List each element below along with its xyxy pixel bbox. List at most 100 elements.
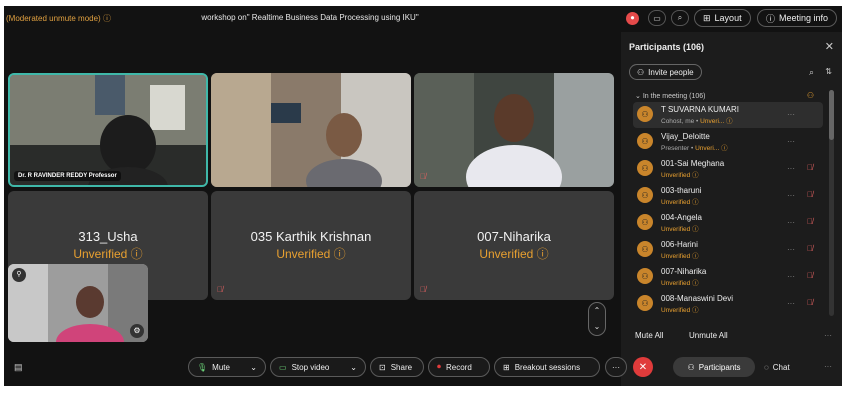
captions-icon[interactable]: ▭ [648,10,666,26]
top-bar: (Moderated unmute mode) ⓘ workshop on" R… [4,6,842,32]
camera-icon: ▭ [279,362,287,372]
more-options-icon[interactable]: ··· [787,191,795,200]
meeting-window: (Moderated unmute mode) ⓘ workshop on" R… [4,6,842,386]
page-scroll-control[interactable]: ⌃ ⌄ [588,302,606,336]
host-icon: ⚇ [806,91,814,100]
participants-label: Participants [698,362,741,372]
participant-meta: Unverified ⓘ [661,304,699,314]
verification-status: Unverified ⓘ [661,253,699,260]
more-options-icon[interactable]: ··· [787,137,795,146]
video-tile[interactable] [211,73,411,187]
share-label: Share [390,362,413,372]
microphone-icon: 🎙 [197,362,208,372]
meeting-info-button[interactable]: ⓘ Meeting info [757,9,838,27]
participant-role: Cohost, me [661,118,695,125]
more-options-icon[interactable]: ··· [824,362,832,371]
participant-meta: Unverified ⓘ [661,196,699,206]
participant-row[interactable]: ⚇ 004-Angela Unverified ⓘ ··· 🎙̸ [633,210,823,236]
more-options-icon[interactable]: ··· [787,299,795,308]
settings-icon[interactable]: ⚙ [130,324,144,338]
end-call-button[interactable]: ✕ [633,357,653,377]
participant-row[interactable]: ⚇ 007-Niharika Unverified ⓘ ··· 🎙̸ [633,264,823,290]
participant-row[interactable]: ⚇ 008-Manaswini Devi Unverified ⓘ ··· 🎙̸ [633,291,823,317]
more-button[interactable]: ··· [605,357,627,377]
search-icon[interactable]: ⌕ [809,67,814,78]
mic-muted-icon[interactable]: 🎙̸ [807,163,813,172]
stop-video-button[interactable]: ▭ Stop video ⌄ [270,357,366,377]
scrollbar-thumb[interactable] [829,90,834,140]
verification-status: Unverified ⓘ [661,172,699,179]
chevron-down-icon[interactable]: ⌄ [250,363,257,372]
participant-row[interactable]: ⚇ 003-tharuni Unverified ⓘ ··· 🎙̸ [633,183,823,209]
mic-muted-icon: 🎙̸ [420,285,426,294]
chat-button[interactable]: ◌ Chat [764,357,790,377]
participant-row[interactable]: ⚇ 001-Sai Meghana Unverified ⓘ ··· 🎙̸ [633,156,823,182]
participant-meta: Unverified ⓘ [661,277,699,287]
share-screen-icon: ⊡ [379,362,386,372]
participants-panel: Participants (106) ✕ ⚇ Invite people ⌕ ⇅… [621,32,842,386]
participant-name: 006-Harini [661,240,698,249]
video-tile[interactable]: 🎙̸ [414,73,614,187]
chat-icon: ◌ [764,362,769,372]
more-options-icon[interactable]: ··· [787,272,795,281]
chat-label: Chat [772,362,790,372]
mute-label: Mute [212,362,230,372]
mute-button[interactable]: 🎙 Mute ⌄ [188,357,266,377]
participants-button[interactable]: ⚇ Participants [673,357,755,377]
participant-row[interactable]: ⚇ Vijay_Deloitte Presenter • Unveri... ⓘ… [633,129,823,155]
breakout-sessions-button[interactable]: ⊞ Breakout sessions [494,357,600,377]
self-view[interactable]: ⚲ ⚙ [8,264,148,342]
video-tile[interactable]: 035 Karthik Krishnan Unverified ⓘ 🎙̸ [211,191,411,300]
participant-row[interactable]: ⚇ T SUVARNA KUMARI Cohost, me • Unveri..… [633,102,823,128]
invite-people-button[interactable]: ⚇ Invite people [629,64,702,80]
record-button[interactable]: ⏺ Record [428,357,490,377]
layout-label: Layout [714,13,742,23]
mic-muted-icon[interactable]: 🎙̸ [807,244,813,253]
more-options-icon[interactable]: ··· [787,164,795,173]
verification-status: Unverified ⓘ [73,247,143,261]
video-tile[interactable]: Dr. R RAVINDER REDDY Professor [8,73,208,187]
participant-row[interactable]: ⚇ 006-Harini Unverified ⓘ ··· 🎙̸ [633,237,823,263]
more-options-icon[interactable]: ··· [787,110,795,119]
participant-name: 001-Sai Meghana [661,159,725,168]
more-options-icon[interactable]: ··· [824,331,832,340]
invite-label: Invite people [648,67,694,77]
person-add-icon: ⚇ [637,67,645,77]
mic-muted-icon[interactable]: 🎙̸ [807,271,813,280]
layout-button[interactable]: ⊞ Layout [694,9,751,27]
mic-muted-icon[interactable]: 🎙̸ [807,298,813,307]
search-icon[interactable]: ⌕ [671,10,689,26]
participant-video [211,73,411,187]
sort-icon[interactable]: ⇅ [825,67,832,76]
avatar: ⚇ [637,214,653,230]
captions-icon[interactable]: ▤ [14,362,23,373]
meeting-title: workshop on" Realtime Business Data Proc… [201,13,419,22]
chevron-down-icon[interactable]: ⌄ [350,363,357,372]
participant-meta: Cohost, me • Unveri... ⓘ [661,118,733,125]
chevron-up-icon[interactable]: ⌃ [589,303,605,319]
pin-icon[interactable]: ⚲ [12,268,26,282]
participants-scrollbar[interactable] [829,90,834,316]
verification-status: Unverified ⓘ [661,199,699,206]
avatar: ⚇ [637,160,653,176]
chevron-down-icon[interactable]: ⌄ [589,319,605,335]
share-button[interactable]: ⊡ Share [370,357,424,377]
mic-muted-icon[interactable]: 🎙̸ [807,190,813,199]
record-label: Record [446,362,472,372]
section-label: In the meeting (106) [642,93,706,100]
participant-name: Vijay_Deloitte [661,132,710,141]
more-options-icon[interactable]: ··· [787,218,795,227]
mic-muted-icon[interactable]: 🎙̸ [807,217,813,226]
avatar: ⚇ [637,241,653,257]
unmute-all-button[interactable]: Unmute All [689,331,728,340]
close-icon: ✕ [638,361,648,373]
in-meeting-section-header[interactable]: ⌄ In the meeting (106) [635,92,705,100]
participant-name: 007-Niharika [661,267,707,276]
close-icon[interactable]: ✕ [825,40,834,53]
video-tile[interactable]: 007-Niharika Unverified ⓘ 🎙̸ [414,191,614,300]
mute-all-button[interactable]: Mute All [635,331,663,340]
more-options-icon[interactable]: ··· [787,245,795,254]
meeting-info-label: Meeting info [779,13,829,23]
participant-name: 313_Usha [78,229,138,244]
avatar: ⚇ [637,268,653,284]
